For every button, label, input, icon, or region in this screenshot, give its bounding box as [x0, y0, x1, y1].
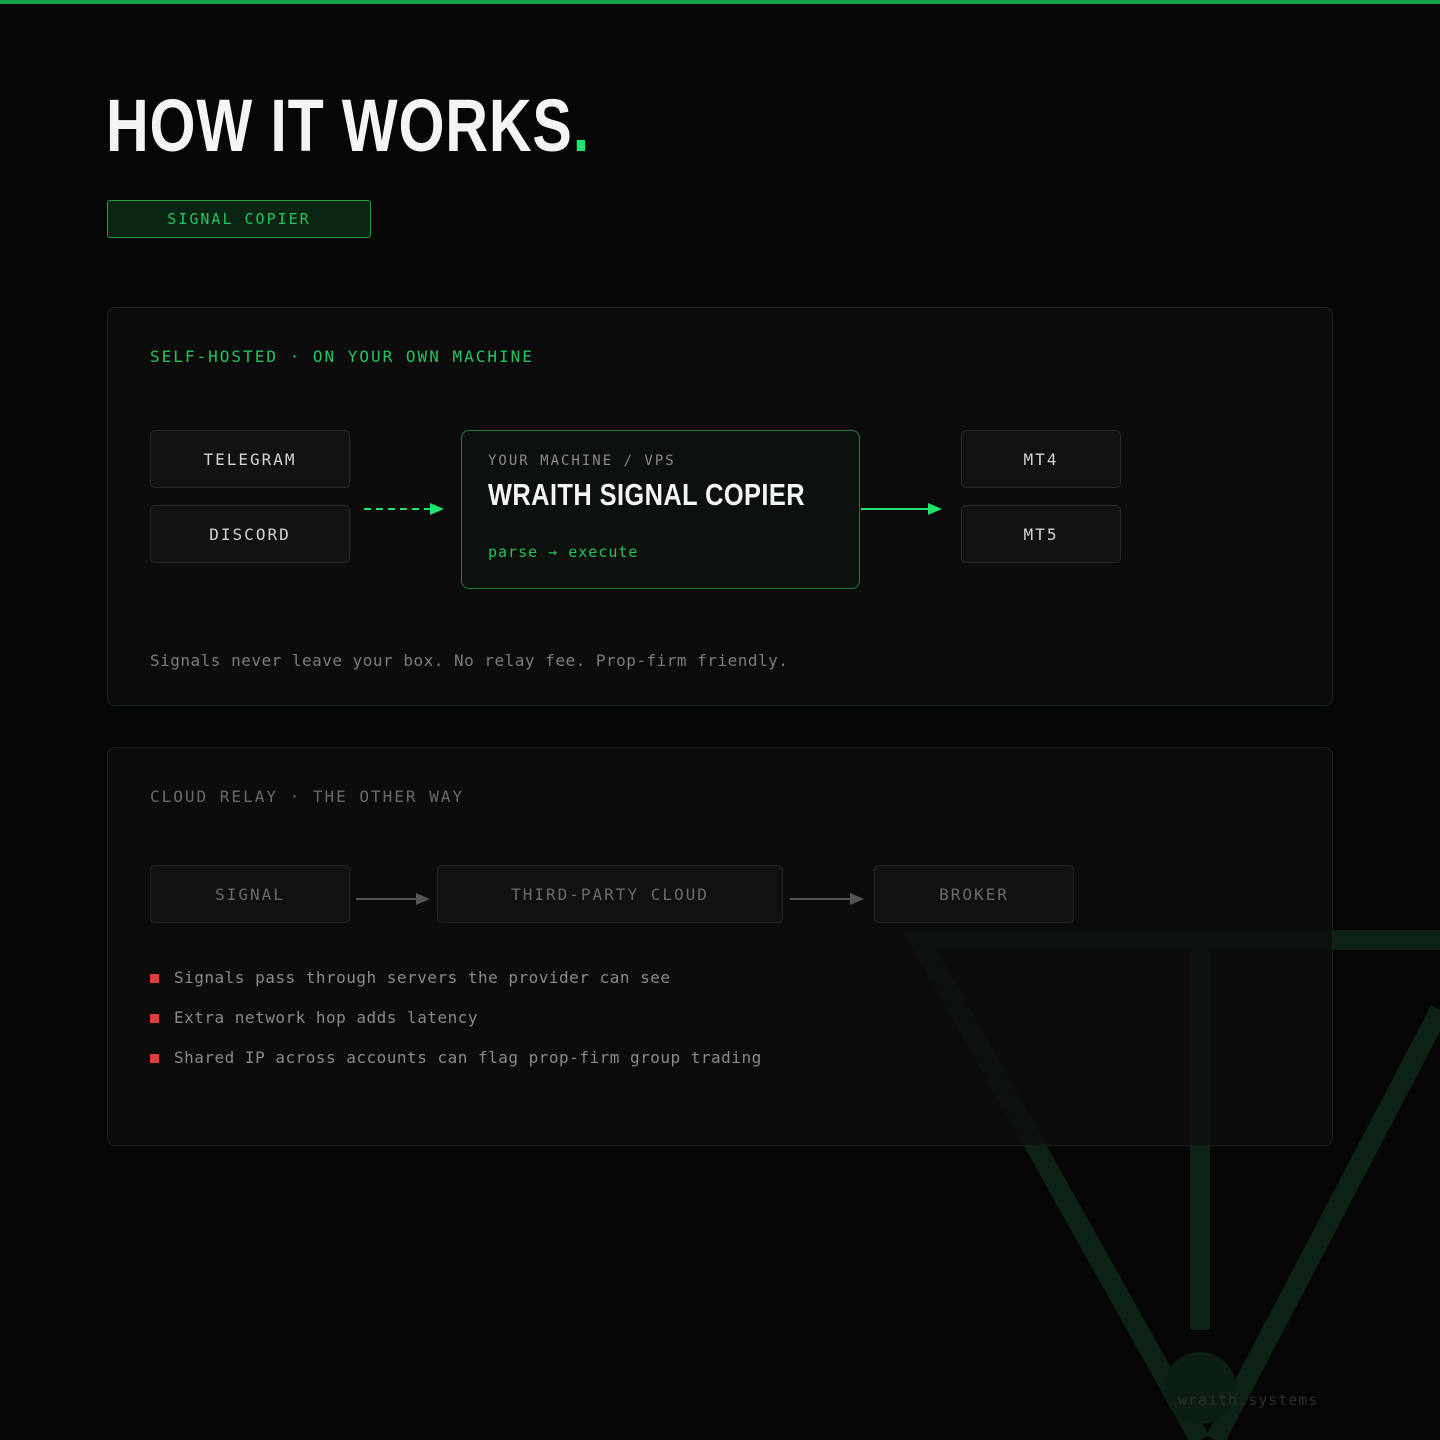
- footer-domain: wraith.systems: [1178, 1391, 1319, 1409]
- step-broker: BROKER: [874, 865, 1074, 923]
- step-third-party-cloud: THIRD-PARTY CLOUD: [437, 865, 783, 923]
- source-telegram: TELEGRAM: [150, 430, 350, 488]
- signal-copier-badge: SIGNAL COPIER: [107, 200, 371, 238]
- self-hosted-note: Signals never leave your box. No relay f…: [150, 651, 789, 670]
- page-title: HOW IT WORKS.: [106, 84, 590, 167]
- dashed-arrow-icon: [364, 503, 444, 515]
- wraith-signal-copier-node: YOUR MACHINE / VPS WRAITH SIGNAL COPIER …: [461, 430, 860, 589]
- title-dot: .: [572, 84, 590, 167]
- source-discord: DISCORD: [150, 505, 350, 563]
- cloud-relay-label: CLOUD RELAY · THE OTHER WAY: [150, 787, 465, 806]
- step-signal: SIGNAL: [150, 865, 350, 923]
- core-subtitle: YOUR MACHINE / VPS: [488, 453, 676, 469]
- self-hosted-panel: SELF-HOSTED · ON YOUR OWN MACHINE TELEGR…: [107, 307, 1333, 706]
- core-flow: parse → execute: [488, 543, 639, 561]
- relay-arrow-icon-2: [790, 893, 864, 905]
- red-square-icon: [150, 974, 159, 983]
- self-hosted-label: SELF-HOSTED · ON YOUR OWN MACHINE: [150, 347, 534, 366]
- red-square-icon: [150, 1054, 159, 1063]
- solid-arrow-icon: [861, 503, 942, 515]
- cloud-relay-cons-list: Signals pass through servers the provide…: [150, 968, 762, 1088]
- list-item: Extra network hop adds latency: [150, 1008, 762, 1048]
- list-item: Shared IP across accounts can flag prop-…: [150, 1048, 762, 1088]
- red-square-icon: [150, 1014, 159, 1023]
- top-accent-bar: [0, 0, 1440, 4]
- target-mt4: MT4: [961, 430, 1121, 488]
- relay-arrow-icon: [356, 893, 430, 905]
- target-mt5: MT5: [961, 505, 1121, 563]
- list-item: Signals pass through servers the provide…: [150, 968, 762, 1008]
- core-title: WRAITH SIGNAL COPIER: [488, 477, 806, 512]
- cloud-relay-panel: CLOUD RELAY · THE OTHER WAY SIGNAL THIRD…: [107, 747, 1333, 1146]
